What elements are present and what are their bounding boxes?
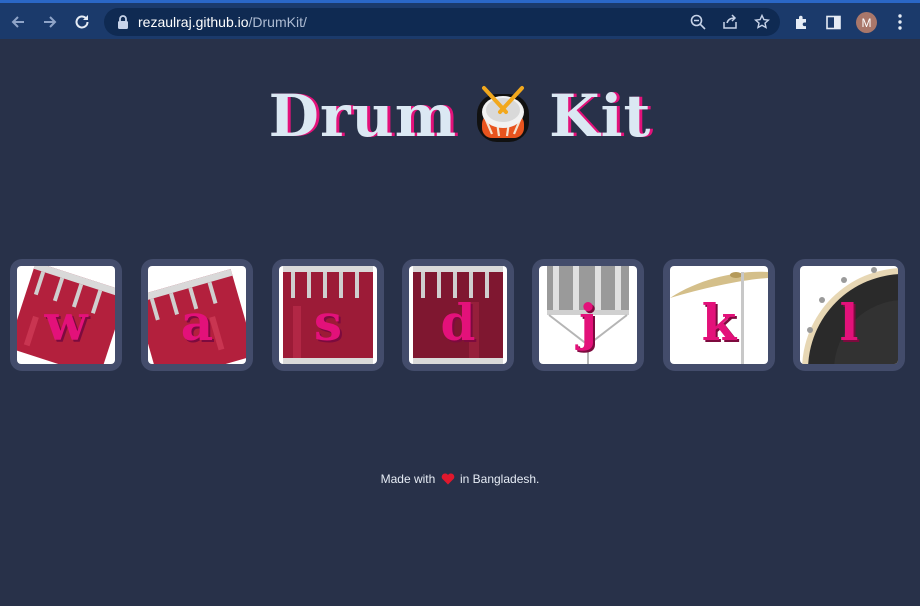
- drum-key-label: j: [578, 293, 598, 352]
- heart-icon: [441, 473, 454, 485]
- arrow-left-icon: [11, 16, 24, 28]
- share-button[interactable]: [720, 12, 740, 32]
- side-panel-icon: [825, 15, 841, 29]
- url-host: rezaulraj.github.io: [138, 14, 249, 30]
- title-word-drum: Drum: [268, 82, 458, 150]
- forward-button[interactable]: [38, 10, 62, 34]
- address-bar[interactable]: rezaulraj.github.io/DrumKit/: [104, 8, 780, 36]
- drum-set: w a s d j k l: [10, 259, 920, 371]
- browser-menu-button[interactable]: [890, 11, 910, 33]
- drum-button-k[interactable]: k: [663, 259, 775, 371]
- drum-button-j[interactable]: j: [532, 259, 644, 371]
- more-vertical-icon: [898, 14, 902, 30]
- star-icon: [754, 14, 770, 29]
- lock-icon: [118, 15, 128, 29]
- drum-emoji-icon: [473, 84, 533, 146]
- url-path: /DrumKit/: [248, 14, 307, 30]
- page-title: Drum Kit: [0, 82, 920, 150]
- extensions-button[interactable]: [790, 11, 812, 33]
- back-button[interactable]: [6, 10, 30, 34]
- reload-icon: [75, 15, 89, 29]
- side-panel-button[interactable]: [822, 11, 844, 33]
- drum-button-s[interactable]: s: [272, 259, 384, 371]
- drum-key-label: k: [701, 293, 737, 352]
- bookmark-button[interactable]: [752, 12, 772, 32]
- footer: Made with in Bangladesh.: [0, 472, 920, 486]
- browser-toolbar: rezaulraj.github.io/DrumKit/ M: [0, 0, 920, 39]
- arrow-right-icon: [44, 16, 57, 28]
- drum-button-w[interactable]: w: [10, 259, 122, 371]
- footer-text-after: in Bangladesh.: [459, 472, 540, 486]
- url-text: rezaulraj.github.io/DrumKit/: [138, 14, 307, 30]
- reload-button[interactable]: [70, 10, 94, 34]
- profile-avatar[interactable]: M: [856, 12, 877, 33]
- avatar-letter: M: [861, 15, 872, 30]
- drum-key-label: s: [313, 293, 343, 352]
- drum-button-a[interactable]: a: [141, 259, 253, 371]
- drum-key-label: d: [440, 293, 476, 352]
- drum-key-label: a: [180, 293, 214, 352]
- drum-button-l[interactable]: l: [793, 259, 905, 371]
- drum-key-label: l: [839, 293, 859, 352]
- footer-text-before: Made with: [380, 472, 436, 486]
- zoom-out-icon: [690, 14, 706, 30]
- drum-key-label: w: [44, 293, 88, 352]
- puzzle-icon: [795, 15, 806, 29]
- zoom-button[interactable]: [688, 12, 708, 32]
- title-word-kit: Kit: [549, 82, 652, 150]
- drum-button-d[interactable]: d: [402, 259, 514, 371]
- share-icon: [723, 14, 737, 29]
